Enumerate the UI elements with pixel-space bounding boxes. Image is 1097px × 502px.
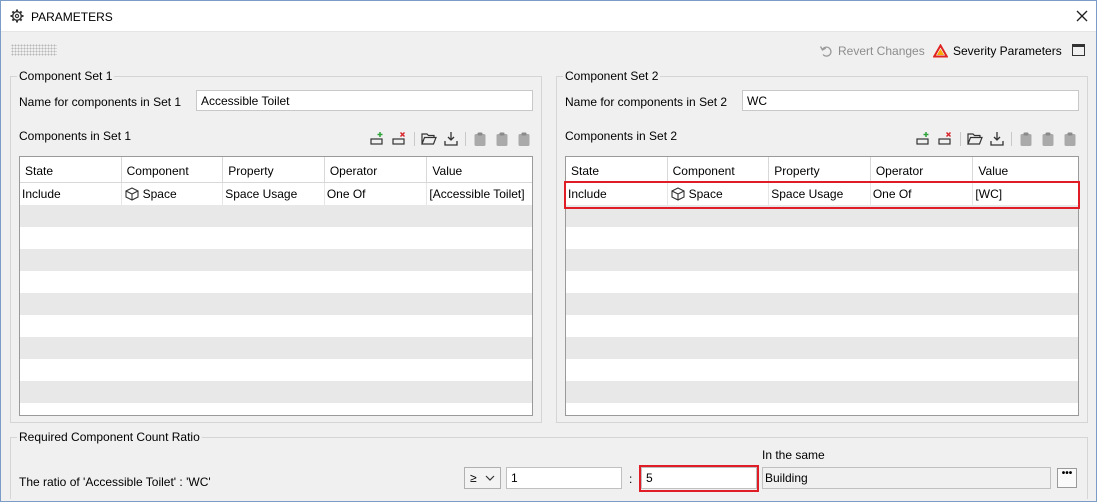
window-title: PARAMETERS [31, 10, 113, 24]
set-2-name-input[interactable] [742, 90, 1079, 111]
empty-row [566, 293, 1078, 315]
ratio-description: The ratio of 'Accessible Toilet' : 'WC' [19, 475, 211, 489]
component-set-1-legend: Component Set 1 [17, 69, 115, 83]
table-row[interactable]: Include Space Space Usage One Of [Access… [20, 183, 532, 205]
clipboard-icon[interactable] [494, 131, 510, 147]
add-row-icon[interactable] [370, 131, 386, 147]
panel-layout-icon[interactable] [1072, 44, 1085, 56]
warning-triangle-icon [933, 44, 948, 58]
revert-changes-label: Revert Changes [838, 44, 925, 58]
empty-row [20, 315, 532, 337]
toolbar-separator [465, 132, 466, 146]
severity-parameters-button[interactable]: Severity Parameters [933, 42, 1062, 60]
component-set-2-legend: Component Set 2 [563, 69, 661, 83]
column-header[interactable]: State [20, 157, 122, 183]
clipboard-icon[interactable] [1018, 131, 1034, 147]
table-header: State Component Property Operator Value [20, 157, 532, 183]
clipboard-icon[interactable] [1040, 131, 1056, 147]
remove-row-icon[interactable] [938, 131, 954, 147]
empty-row [566, 381, 1078, 403]
add-row-icon[interactable] [916, 131, 932, 147]
browse-button[interactable]: ••• [1057, 468, 1077, 488]
gear-icon [10, 9, 24, 23]
column-header[interactable]: Property [223, 157, 325, 183]
clipboard-icon[interactable] [516, 131, 532, 147]
column-header[interactable]: Component [122, 157, 224, 183]
set-1-name-label: Name for components in Set 1 [19, 95, 182, 109]
set-1-table: State Component Property Operator Value … [19, 156, 533, 416]
clipboard-icon[interactable] [1062, 131, 1078, 147]
clipboard-icon[interactable] [472, 131, 488, 147]
state-cell[interactable]: Include [20, 183, 122, 205]
value-cell[interactable]: [Accessible Toilet] [427, 183, 532, 205]
empty-row [566, 315, 1078, 337]
ratio-colon: : [629, 472, 633, 486]
empty-row [566, 359, 1078, 381]
ratio-operator-select[interactable]: ≥ [464, 467, 501, 489]
remove-row-icon[interactable] [392, 131, 408, 147]
toolbar-separator [414, 132, 415, 146]
set-1-components-label: Components in Set 1 [19, 129, 132, 143]
column-header[interactable]: Component [668, 157, 770, 183]
empty-row [566, 337, 1078, 359]
column-header[interactable]: Operator [871, 157, 974, 183]
download-icon[interactable] [989, 131, 1005, 147]
ratio-legend: Required Component Count Ratio [17, 430, 202, 444]
set-2-components-label: Components in Set 2 [565, 129, 678, 143]
row-highlight [564, 181, 1080, 209]
title-bar: PARAMETERS [1, 1, 1096, 32]
column-header[interactable]: Value [427, 157, 532, 183]
ratio-operator-value: ≥ [470, 471, 477, 485]
component-value: Space [142, 187, 177, 201]
drag-grip[interactable] [11, 44, 57, 56]
parameters-window: PARAMETERS Revert Changes Severity Param… [0, 0, 1097, 502]
input-highlight [639, 465, 759, 492]
in-the-same-label: In the same [762, 448, 825, 462]
chevron-down-icon [485, 475, 495, 481]
empty-row [20, 381, 532, 403]
empty-row [20, 249, 532, 271]
close-icon[interactable] [1073, 7, 1091, 25]
empty-row [20, 359, 532, 381]
set-1-toolbar [370, 130, 538, 148]
component-cell[interactable]: Space [122, 183, 224, 205]
empty-row [566, 271, 1078, 293]
cube-icon [125, 187, 139, 201]
revert-icon [819, 46, 832, 57]
empty-row [20, 337, 532, 359]
set-2-toolbar [916, 130, 1084, 148]
operator-cell[interactable]: One Of [325, 183, 428, 205]
open-folder-icon[interactable] [967, 131, 983, 147]
ratio-left-input[interactable] [506, 467, 622, 489]
revert-changes-button[interactable]: Revert Changes [819, 42, 925, 60]
empty-row [566, 227, 1078, 249]
column-header[interactable]: Value [973, 157, 1078, 183]
empty-row [20, 227, 532, 249]
toolbar-separator [1011, 132, 1012, 146]
empty-row [20, 293, 532, 315]
column-header[interactable]: Operator [325, 157, 428, 183]
open-folder-icon[interactable] [421, 131, 437, 147]
set-1-name-input[interactable] [196, 90, 533, 111]
column-header[interactable]: Property [769, 157, 871, 183]
severity-parameters-label: Severity Parameters [953, 44, 1062, 58]
download-icon[interactable] [443, 131, 459, 147]
property-cell[interactable]: Space Usage [223, 183, 325, 205]
column-header[interactable]: State [566, 157, 668, 183]
scope-field[interactable]: Building [762, 467, 1051, 489]
table-header: State Component Property Operator Value [566, 157, 1078, 183]
empty-row [20, 271, 532, 293]
empty-row [566, 249, 1078, 271]
empty-row [20, 205, 532, 227]
toolbar-separator [960, 132, 961, 146]
set-2-name-label: Name for components in Set 2 [565, 95, 728, 109]
